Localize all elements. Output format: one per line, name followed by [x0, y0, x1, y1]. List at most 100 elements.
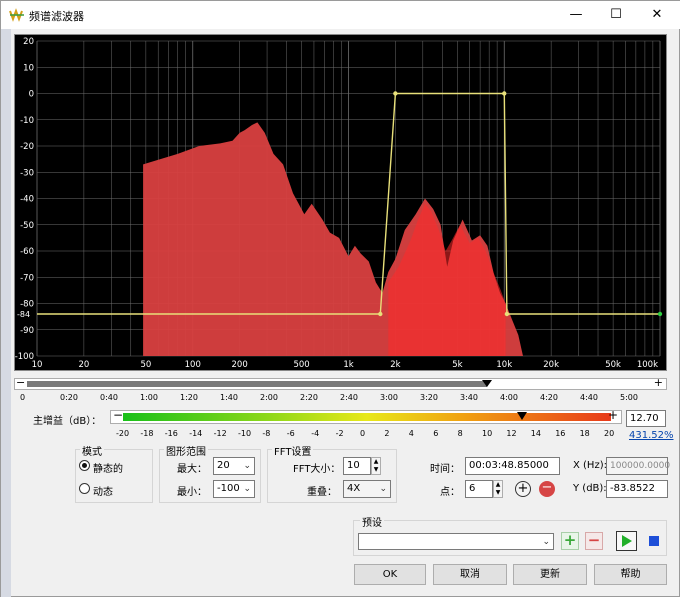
- mode-group-title: 模式: [80, 443, 104, 458]
- y-tick-label: -40: [20, 195, 34, 205]
- x-hz-label: X (Hz):: [573, 460, 607, 471]
- fft-overlap-value: 4X: [347, 483, 361, 494]
- gain-scale-label: -12: [213, 429, 227, 438]
- y-tick-label: 20: [23, 37, 34, 47]
- timeline-minus-button[interactable]: −: [16, 376, 25, 389]
- timeline-plus-button[interactable]: +: [654, 376, 663, 389]
- point-field[interactable]: 6: [465, 480, 493, 498]
- gain-scale-label: -16: [164, 429, 178, 438]
- y-tick-label: 0: [29, 90, 34, 100]
- fft-settings-title: FFT设置: [272, 443, 314, 458]
- gain-scale-label: -18: [140, 429, 154, 438]
- y-tick-label: -80: [20, 300, 34, 310]
- spectrum-filter-window: 频谱滤波器 — ☐ ✕ 20 10 0 -10 -20 -30 -40 -50 -60 -70 -8…: [0, 0, 680, 597]
- time-field[interactable]: 00:03:48.85000: [465, 457, 560, 475]
- filter-control-point: [504, 311, 510, 317]
- update-button[interactable]: 更新: [513, 564, 587, 585]
- minimize-button[interactable]: —: [556, 1, 596, 29]
- filter-control-point: [657, 311, 663, 317]
- maximize-button[interactable]: ☐: [596, 1, 636, 29]
- gain-scale-label: 12: [506, 429, 517, 438]
- range-min-value: -100: [217, 483, 240, 494]
- master-gain-slider[interactable]: − +: [110, 408, 622, 424]
- timeline-scrollbar[interactable]: − +: [14, 376, 667, 390]
- range-max-value: 20: [217, 460, 230, 471]
- remove-preset-button[interactable]: −: [585, 532, 603, 550]
- stop-button[interactable]: [644, 531, 665, 551]
- filter-control-point: [393, 91, 398, 96]
- gain-scale-label: 14: [530, 429, 541, 438]
- point-spinner[interactable]: ▲ ▼: [493, 480, 503, 498]
- range-min-label: 最小：: [177, 487, 207, 498]
- gain-slider-handle[interactable]: [516, 412, 527, 420]
- y-tick-label: -60: [20, 247, 34, 257]
- gain-percent-link[interactable]: 431.52%: [629, 430, 674, 441]
- play-button[interactable]: [616, 531, 637, 551]
- timeline-tick-label: 0:40: [100, 393, 118, 402]
- gain-minus-button[interactable]: −: [113, 408, 123, 422]
- timeline-tick-label: 2:20: [300, 393, 318, 402]
- timeline-tick-label: 0: [20, 393, 26, 402]
- mode-static-label: 静态的: [93, 464, 123, 475]
- y-db-field[interactable]: -83.8522: [606, 480, 668, 498]
- fft-size-label: FFT大小：: [293, 464, 341, 475]
- fft-overlap-select[interactable]: 4X ⌄: [343, 480, 391, 498]
- gain-scale-label: 10: [482, 429, 493, 438]
- fft-overlap-label: 重叠：: [307, 487, 337, 498]
- spectrum-canvas[interactable]: 20100-10-20-30-40-50-60-70-80-90-100-841…: [15, 35, 666, 370]
- cancel-button[interactable]: 取消: [433, 564, 507, 585]
- spectrum-plot[interactable]: 20 10 0 -10 -20 -30 -40 -50 -60 -70 -80 -90 -100 -84 1…: [14, 34, 667, 371]
- filter-control-point: [502, 91, 507, 96]
- add-preset-button[interactable]: +: [561, 532, 579, 550]
- gain-value-field[interactable]: 12.70: [626, 410, 666, 427]
- gain-scale-label: -20: [116, 429, 130, 438]
- time-label: 时间：: [430, 464, 460, 475]
- gain-scale: -20 -18 -16 -14 -12 -10 -8 -6 -4 -2 0 2 4 6 8 10 12 14 16 1…: [116, 429, 614, 441]
- gain-scale-label: 18: [579, 429, 590, 438]
- x-tick-label: 500: [293, 360, 309, 370]
- gain-scale-label: 20: [604, 429, 615, 438]
- close-button[interactable]: ✕: [637, 1, 677, 29]
- play-icon: [622, 535, 632, 547]
- fft-size-spinner[interactable]: ▲ ▼: [371, 457, 381, 475]
- timeline-tick-label: 2:40: [340, 393, 358, 402]
- timeline-playhead-marker[interactable]: [481, 380, 492, 387]
- filter-control-point: [378, 311, 383, 317]
- gain-plus-button[interactable]: +: [608, 408, 618, 422]
- gain-scale-label: -6: [286, 429, 295, 438]
- x-tick-label: 2k: [390, 360, 400, 370]
- gain-scale-label: -2: [335, 429, 344, 438]
- mode-dynamic-radio[interactable]: [79, 483, 90, 494]
- timeline-tick-label: 2:00: [260, 393, 278, 402]
- spectrum-peak-area: [388, 203, 506, 356]
- x-tick-label: 10k: [496, 360, 512, 370]
- gain-scale-label: 8: [457, 429, 463, 438]
- fft-size-field[interactable]: 10: [343, 457, 371, 475]
- point-label: 点：: [440, 487, 460, 498]
- app-icon: [9, 8, 24, 22]
- x-tick-label: 20: [78, 360, 89, 370]
- range-min-select[interactable]: -100 ⌄: [213, 480, 255, 498]
- timeline-tick-label: 4:40: [580, 393, 598, 402]
- gain-scale-label: -14: [189, 429, 203, 438]
- y-tick-label: -10: [20, 116, 34, 126]
- gain-scale-label: 6: [433, 429, 439, 438]
- remove-point-button[interactable]: −: [539, 481, 555, 497]
- y-tick-label: -70: [20, 273, 34, 283]
- mode-dynamic-label: 动态: [93, 487, 113, 498]
- gain-scale-label: 4: [408, 429, 414, 438]
- add-point-button[interactable]: +: [515, 481, 531, 497]
- ok-button[interactable]: OK: [354, 564, 426, 585]
- x-tick-label: 200: [232, 360, 248, 370]
- range-max-select[interactable]: 20 ⌄: [213, 457, 255, 475]
- gain-color-track: [123, 413, 611, 421]
- mode-static-radio[interactable]: [79, 460, 90, 471]
- gain-scale-label: 2: [384, 429, 390, 438]
- y-tick-label: 10: [23, 63, 34, 73]
- preset-select[interactable]: ⌄: [358, 533, 554, 550]
- help-button[interactable]: 帮助: [594, 564, 667, 585]
- x-tick-label: 5k: [452, 360, 462, 370]
- x-tick-label: 100: [185, 360, 201, 370]
- y-tick-label: -90: [20, 326, 34, 336]
- x-hz-field: 100000.0000: [606, 457, 670, 475]
